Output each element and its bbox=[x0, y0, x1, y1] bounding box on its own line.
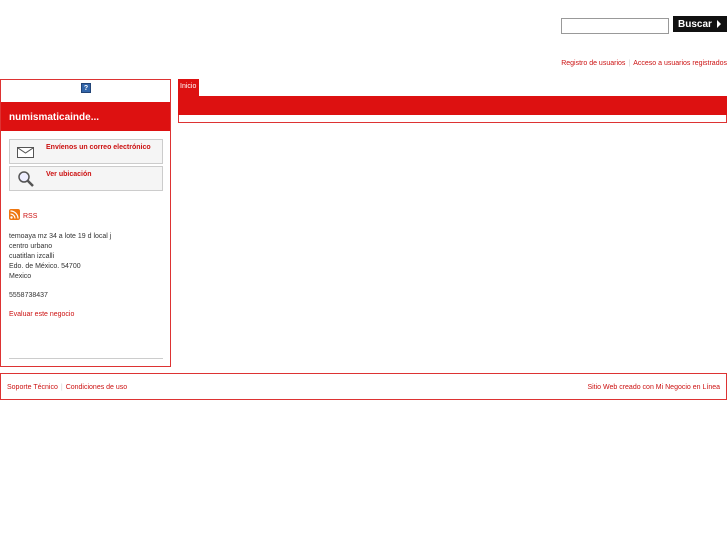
user-links: Registro de usuarios | Acceso a usuarios r… bbox=[561, 60, 727, 67]
footer: Soporte Técnico | Condiciones de uso Sitio… bbox=[0, 373, 727, 400]
envelope-icon bbox=[17, 147, 34, 158]
rate-business-link[interactable]: Evaluar este negocio bbox=[9, 311, 74, 318]
business-name: numismaticainde... bbox=[9, 112, 100, 123]
rss-link[interactable]: RSS bbox=[23, 213, 37, 220]
main-header-bar bbox=[178, 96, 727, 115]
address-line: Edo. de México. 54700 bbox=[9, 263, 81, 270]
search-button-label: Buscar bbox=[678, 18, 712, 30]
terms-link[interactable]: Condiciones de uso bbox=[66, 384, 128, 391]
search-button[interactable]: Buscar bbox=[673, 16, 727, 32]
separator: | bbox=[60, 384, 63, 391]
phone-number: 5558738437 bbox=[9, 292, 48, 299]
address-line: Mexico bbox=[9, 273, 32, 280]
email-button[interactable]: Envíenos un correo electrónico bbox=[9, 139, 163, 164]
search-input[interactable] bbox=[561, 18, 669, 34]
register-link[interactable]: Registro de usuarios bbox=[561, 60, 625, 67]
rss-icon[interactable] bbox=[9, 209, 20, 220]
map-button[interactable]: Ver ubicación bbox=[9, 166, 163, 191]
magnifier-icon bbox=[17, 170, 35, 188]
sidebar: ? numismaticainde... Envíenos un correo … bbox=[0, 79, 171, 367]
credit-link[interactable]: Sitio Web creado con Mi Negocio en Línea bbox=[587, 384, 720, 391]
main-content bbox=[178, 115, 727, 123]
login-link[interactable]: Acceso a usuarios registrados bbox=[633, 60, 727, 67]
arrow-right-icon bbox=[716, 20, 721, 28]
divider bbox=[9, 358, 163, 359]
help-icon[interactable]: ? bbox=[81, 83, 91, 93]
tab-inicio[interactable]: Inicio bbox=[178, 79, 199, 96]
email-button-label: Envíenos un correo electrónico bbox=[46, 144, 151, 151]
address-line: temoaya mz 34 a lote 19 d local j bbox=[9, 233, 112, 240]
footer-links: Soporte Técnico | Condiciones de uso bbox=[7, 384, 127, 391]
address-line: cuatitlan izcalli bbox=[9, 253, 55, 260]
separator: | bbox=[628, 60, 631, 67]
address-line: centro urbano bbox=[9, 243, 53, 250]
map-button-label: Ver ubicación bbox=[46, 171, 92, 178]
support-link[interactable]: Soporte Técnico bbox=[7, 384, 58, 391]
